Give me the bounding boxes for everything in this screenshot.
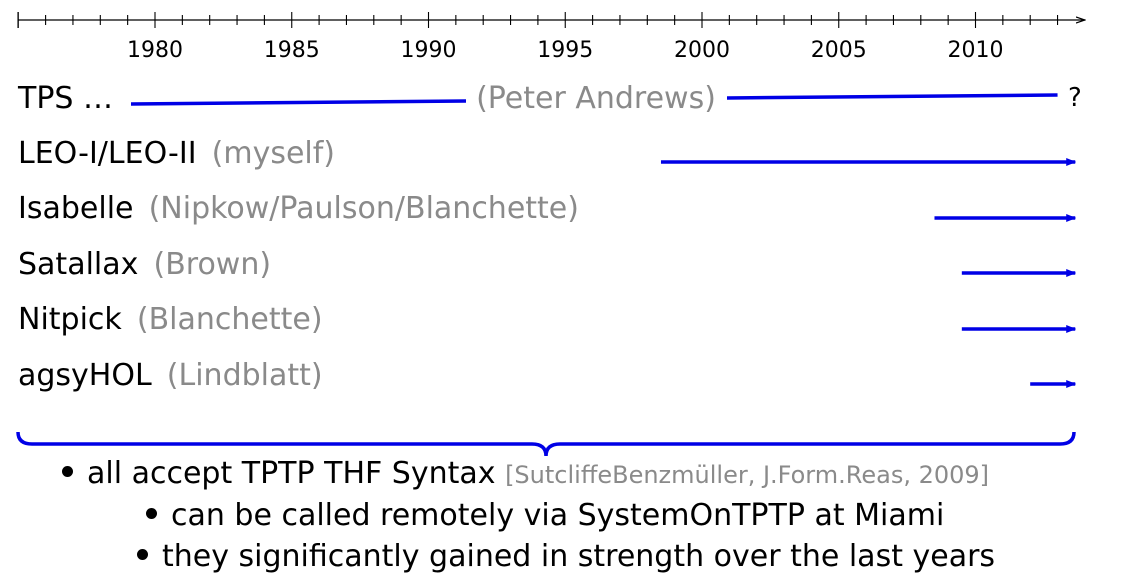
timeline-bar-tps-left bbox=[130, 99, 467, 106]
system-label-nitpick: Nitpick (Blanchette) bbox=[18, 302, 323, 337]
system-label-leo: LEO-I/LEO-II (myself) bbox=[18, 136, 335, 171]
system-author-isabelle: (Nipkow/Paulson/Blanchette) bbox=[149, 191, 579, 226]
system-row-nitpick: Nitpick (Blanchette) bbox=[18, 302, 1077, 337]
bullet-text-2: can be called remotely via SystemOnTPTP … bbox=[171, 498, 945, 533]
system-name-agsyhol: agsyHOL bbox=[18, 358, 152, 393]
system-name-satallax: Satallax bbox=[18, 247, 138, 282]
system-name-nitpick: Nitpick bbox=[18, 302, 122, 337]
tick-label-1985: 1985 bbox=[264, 38, 320, 63]
bullet-citation-1: [SutcliffeBenzmüller, J.Form.Reas, 2009] bbox=[505, 461, 990, 489]
system-label-agsyhol: agsyHOL (Lindblatt) bbox=[18, 358, 323, 393]
underbrace bbox=[16, 431, 1076, 457]
bullet-dot bbox=[62, 466, 73, 477]
bullet-item-1: all accept TPTP THF Syntax [SutcliffeBen… bbox=[62, 456, 989, 491]
axis-tick-labels: 1980 1985 1990 1995 2000 2005 2010 bbox=[127, 38, 1004, 63]
system-author-satallax: (Brown) bbox=[153, 247, 271, 282]
system-author-nitpick: (Blanchette) bbox=[137, 302, 323, 337]
bullet-item-2: can be called remotely via SystemOnTPTP … bbox=[146, 498, 944, 533]
system-author-tps: (Peter Andrews) bbox=[476, 81, 716, 116]
tick-label-2005: 2005 bbox=[811, 38, 867, 63]
timeline-bar-tps-right bbox=[726, 93, 1058, 100]
bullet-text-3: they significantly gained in strength ov… bbox=[162, 539, 996, 574]
system-row-satallax: Satallax (Brown) bbox=[18, 247, 1077, 282]
bullet-item-3: they significantly gained in strength ov… bbox=[137, 539, 995, 574]
open-end-mark-tps: ? bbox=[1068, 83, 1082, 113]
system-row-isabelle: Isabelle (Nipkow/Paulson/Blanchette) bbox=[18, 191, 1077, 226]
system-row-leo: LEO-I/LEO-II (myself) bbox=[18, 136, 1077, 171]
system-row-tps: TPS … (Peter Andrews) ? bbox=[17, 81, 1082, 116]
system-label-satallax: Satallax (Brown) bbox=[18, 247, 271, 282]
tick-label-1990: 1990 bbox=[401, 38, 457, 63]
system-author-agsyhol: (Lindblatt) bbox=[167, 358, 323, 393]
tick-label-1995: 1995 bbox=[537, 38, 593, 63]
bullet-dot bbox=[146, 508, 157, 519]
tick-label-2000: 2000 bbox=[674, 38, 730, 63]
bullet-dot bbox=[137, 549, 148, 560]
system-name-tps: TPS … bbox=[17, 81, 113, 116]
tick-label-1980: 1980 bbox=[127, 38, 183, 63]
system-name-isabelle: Isabelle bbox=[18, 191, 134, 226]
system-author-leo: (myself) bbox=[212, 136, 335, 171]
system-name-leo: LEO-I/LEO-II bbox=[18, 136, 197, 171]
timeline-diagram: 1980 1985 1990 1995 2000 2005 2010 TPS …… bbox=[16, 12, 1142, 457]
system-label-isabelle: Isabelle (Nipkow/Paulson/Blanchette) bbox=[18, 191, 579, 226]
system-row-agsyhol: agsyHOL (Lindblatt) bbox=[18, 358, 1077, 393]
tick-label-2010: 2010 bbox=[948, 38, 1004, 63]
bullet-text-1: all accept TPTP THF Syntax bbox=[87, 456, 496, 491]
